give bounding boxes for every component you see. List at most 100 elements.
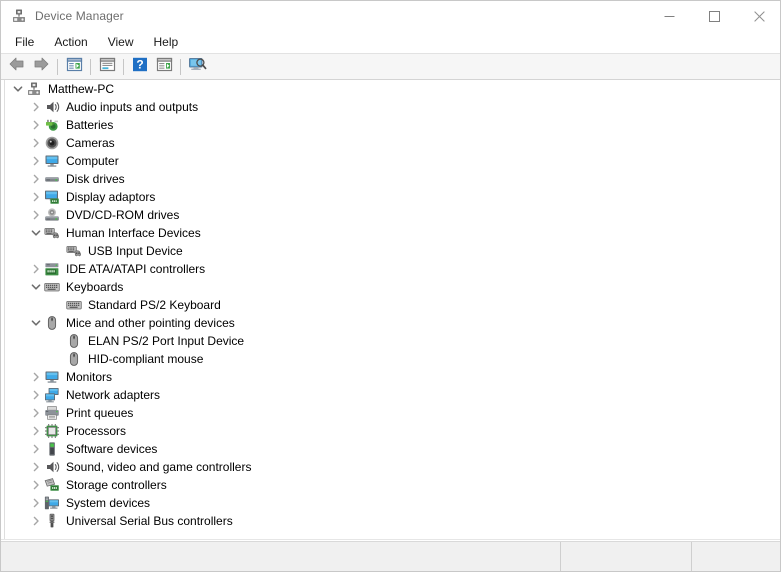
display-adapter-icon (44, 189, 60, 205)
tree-node-label: Computer (66, 154, 119, 168)
menu-action[interactable]: Action (45, 32, 96, 52)
chevron-right-icon[interactable] (28, 135, 44, 151)
tree-node-label: Human Interface Devices (66, 226, 201, 240)
update-driver-icon (156, 57, 173, 77)
window-title: Device Manager (35, 9, 124, 23)
disk-drive-icon (44, 171, 60, 187)
device-manager-window: Device Manager File Action View Help ? M… (0, 0, 781, 572)
update-driver-button[interactable] (152, 56, 176, 78)
camera-icon (44, 135, 60, 151)
status-bar (1, 541, 780, 571)
monitor-icon (44, 369, 60, 385)
tree-node-label: HID-compliant mouse (88, 352, 204, 366)
tree-node[interactable]: Computer (6, 152, 780, 170)
tree-node[interactable]: Keyboards (6, 278, 780, 296)
tree-node[interactable]: Disk drives (6, 170, 780, 188)
properties-icon (99, 57, 116, 77)
system-device-icon (44, 495, 60, 511)
tree-node[interactable]: Mice and other pointing devices (6, 314, 780, 332)
tree-node-label: Print queues (66, 406, 134, 420)
menu-help[interactable]: Help (145, 32, 188, 52)
menu-file[interactable]: File (6, 32, 43, 52)
tree-node[interactable]: Monitors (6, 368, 780, 386)
chevron-right-icon[interactable] (28, 423, 44, 439)
chevron-down-icon[interactable] (28, 279, 44, 295)
maximize-button[interactable] (692, 1, 737, 31)
chevron-down-icon[interactable] (28, 225, 44, 241)
tree-node-label: DVD/CD-ROM drives (66, 208, 180, 222)
tree-node[interactable]: Display adaptors (6, 188, 780, 206)
tree-node[interactable]: IDE ATA/ATAPI controllers (6, 260, 780, 278)
tree-node[interactable]: Sound, video and game controllers (6, 458, 780, 476)
tree-node[interactable]: Cameras (6, 134, 780, 152)
tree-node[interactable]: Print queues (6, 404, 780, 422)
mouse-icon (66, 351, 82, 367)
computer-root-icon (26, 81, 42, 97)
scan-for-hardware-changes-button[interactable] (185, 56, 209, 78)
console-tree-icon (66, 57, 83, 77)
back-button[interactable] (5, 56, 29, 78)
processor-icon (44, 423, 60, 439)
tree-node-label: Standard PS/2 Keyboard (88, 298, 221, 312)
tree-node[interactable]: Universal Serial Bus controllers (6, 512, 780, 530)
chevron-right-icon[interactable] (28, 405, 44, 421)
tree-node[interactable]: Processors (6, 422, 780, 440)
tree-node[interactable]: Network adapters (6, 386, 780, 404)
chevron-right-icon[interactable] (28, 99, 44, 115)
menu-view[interactable]: View (99, 32, 143, 52)
device-tree: Matthew-PC Audio inputs and outputs Batter… (6, 80, 780, 539)
close-button[interactable] (737, 1, 780, 31)
help-button[interactable]: ? (128, 56, 152, 78)
toolbar-separator (180, 58, 181, 75)
forward-button[interactable] (29, 56, 53, 78)
tree-node[interactable]: Software devices (6, 440, 780, 458)
tree-node[interactable]: Human Interface Devices (6, 224, 780, 242)
tree-node-label: Processors (66, 424, 127, 438)
chevron-right-icon[interactable] (28, 117, 44, 133)
mouse-icon (44, 315, 60, 331)
chevron-right-icon[interactable] (28, 387, 44, 403)
tree-node[interactable]: HID-compliant mouse (6, 350, 780, 368)
tree-node-label: Monitors (66, 370, 113, 384)
mouse-icon (66, 333, 82, 349)
device-manager-icon (11, 8, 27, 24)
tree-node-label: Network adapters (66, 388, 161, 402)
tree-root-node[interactable]: Matthew-PC (6, 80, 780, 98)
show-hide-console-tree-button[interactable] (62, 56, 86, 78)
tree-node-label: Keyboards (66, 280, 124, 294)
status-pane-secondary (561, 542, 692, 571)
chevron-right-icon[interactable] (28, 495, 44, 511)
tree-node[interactable]: DVD/CD-ROM drives (6, 206, 780, 224)
chevron-right-icon[interactable] (28, 459, 44, 475)
help-question-icon: ? (132, 57, 148, 77)
chevron-right-icon[interactable] (28, 189, 44, 205)
chevron-right-icon[interactable] (28, 477, 44, 493)
chevron-right-icon[interactable] (28, 261, 44, 277)
tree-node[interactable]: Batteries (6, 116, 780, 134)
hid-icon (44, 225, 60, 241)
tree-node[interactable]: Storage controllers (6, 476, 780, 494)
tree-node[interactable]: Audio inputs and outputs (6, 98, 780, 116)
chevron-right-icon[interactable] (28, 441, 44, 457)
tree-node[interactable]: System devices (6, 494, 780, 512)
tree-node[interactable]: ELAN PS/2 Port Input Device (6, 332, 780, 350)
chevron-down-icon[interactable] (10, 81, 26, 97)
chevron-right-icon[interactable] (28, 369, 44, 385)
tree-node[interactable]: USB Input Device (6, 242, 780, 260)
scan-hardware-icon (188, 56, 207, 77)
chevron-right-icon[interactable] (28, 513, 44, 529)
chevron-right-icon[interactable] (28, 207, 44, 223)
tree-node[interactable]: Standard PS/2 Keyboard (6, 296, 780, 314)
chevron-right-icon[interactable] (28, 171, 44, 187)
properties-button[interactable] (95, 56, 119, 78)
status-pane-main (1, 542, 561, 571)
minimize-button[interactable] (647, 1, 692, 31)
chevron-down-icon[interactable] (28, 315, 44, 331)
menu-bar: File Action View Help (1, 31, 780, 54)
chevron-right-icon[interactable] (28, 153, 44, 169)
window-controls (647, 1, 780, 31)
printer-icon (44, 405, 60, 421)
console-tree-splitter[interactable] (1, 80, 5, 539)
